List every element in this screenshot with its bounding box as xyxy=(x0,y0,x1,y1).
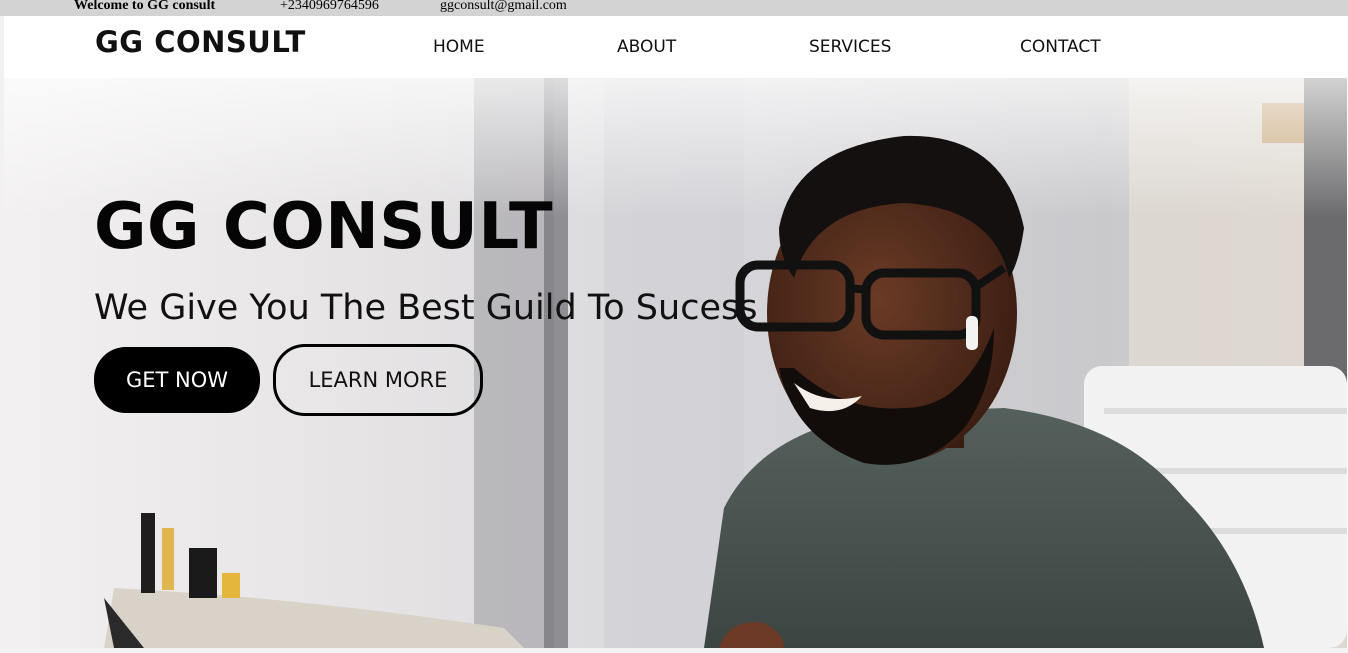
hero-section: GG CONSULT We Give You The Best Guild To… xyxy=(4,78,1347,648)
get-now-button[interactable]: GET NOW xyxy=(94,347,260,413)
top-info-bar: Welcome to GG consult +2340969764596 ggc… xyxy=(0,0,1348,16)
email-address: ggconsult@gmail.com xyxy=(440,0,567,13)
learn-more-button[interactable]: LEARN MORE xyxy=(273,344,483,416)
hero-subtitle: We Give You The Best Guild To Sucess xyxy=(94,288,758,328)
nav-home[interactable]: HOME xyxy=(433,37,485,57)
nav-about[interactable]: ABOUT xyxy=(617,37,676,57)
nav-contact[interactable]: CONTACT xyxy=(1020,37,1101,57)
navbar: GG CONSULT HOME ABOUT SERVICES CONTACT xyxy=(4,16,1348,78)
phone-number: +2340969764596 xyxy=(280,0,379,13)
site-logo[interactable]: GG CONSULT xyxy=(95,25,306,59)
nav-services[interactable]: SERVICES xyxy=(809,37,891,57)
bottom-edge xyxy=(0,648,1348,653)
hero-title: GG CONSULT xyxy=(94,190,554,264)
welcome-text: Welcome to GG consult xyxy=(74,0,216,13)
